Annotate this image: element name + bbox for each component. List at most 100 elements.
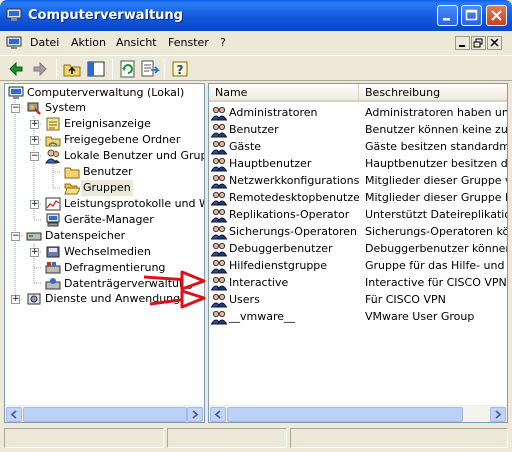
- computer-management-icon: [6, 8, 22, 21]
- computer-management-icon: [8, 86, 24, 99]
- group-description: Administratoren haben uneingeschränkten: [365, 106, 508, 119]
- tree-item-storage[interactable]: Datenspeicher: [26, 228, 204, 244]
- window-title: Computerverwaltung: [28, 8, 183, 23]
- performance-icon: [45, 197, 61, 211]
- collapse-icon[interactable]: −: [11, 232, 20, 241]
- group-description: Benutzer können keine zufälligen: [365, 123, 508, 136]
- group-list-view[interactable]: Name Beschreibung Administratoren Adminis…: [208, 83, 508, 423]
- group-name: Netzwerkkonfigurations...: [229, 174, 359, 187]
- tree-item-removable-media[interactable]: Wechselmedien: [45, 244, 204, 260]
- group-description: Mitglieder dieser Gruppe haben: [365, 191, 507, 204]
- mdi-minimize-button[interactable]: [455, 36, 470, 50]
- expand-icon[interactable]: +: [30, 136, 39, 145]
- tree-item-event-viewer[interactable]: Ereignisanzeige: [45, 116, 204, 132]
- services-icon: [27, 293, 41, 305]
- tree-item-shared-folders[interactable]: Freigegebene Ordner: [45, 132, 204, 148]
- folder-icon: [64, 167, 80, 179]
- export-list-icon[interactable]: [140, 59, 160, 79]
- list-item[interactable]: Interactive Interactive für CISCO VPN: [209, 274, 507, 291]
- group-icon: [211, 276, 227, 291]
- red-arrow-icon: [149, 289, 206, 309]
- scroll-thumb[interactable]: [227, 407, 463, 422]
- scroll-right-button[interactable]: [187, 407, 203, 422]
- menu-ansicht[interactable]: Ansicht: [116, 36, 157, 49]
- scroll-left-button[interactable]: [210, 407, 226, 422]
- mdi-close-button[interactable]: [487, 36, 502, 50]
- collapse-icon[interactable]: −: [30, 152, 39, 161]
- tree-item-label: Gruppen: [81, 180, 133, 196]
- up-folder-icon[interactable]: [62, 59, 82, 79]
- list-item[interactable]: __vmware__ VMware User Group: [209, 308, 507, 325]
- list-item[interactable]: Sicherungs-Operatoren Sicherungs-Operator…: [209, 223, 507, 240]
- list-item[interactable]: Hauptbenutzer Hauptbenutzer besitzen die …: [209, 155, 507, 172]
- menu-datei[interactable]: Datei: [30, 36, 59, 49]
- tree-item-system[interactable]: System: [26, 100, 204, 116]
- minimize-button[interactable]: [437, 5, 458, 26]
- annotation-arrows: [143, 270, 206, 309]
- expand-icon[interactable]: +: [30, 200, 39, 209]
- list-horizontal-scrollbar[interactable]: [209, 405, 507, 422]
- mdi-restore-button[interactable]: [471, 36, 486, 50]
- expand-icon[interactable]: +: [30, 120, 39, 129]
- tree-item-groups[interactable]: Gruppen: [64, 180, 204, 196]
- group-icon: [211, 225, 227, 240]
- group-name: Benutzer: [229, 123, 279, 136]
- tree-item-label: Leistungsprotokolle und Warnungen: [64, 197, 204, 210]
- show-hide-tree-icon[interactable]: [86, 59, 106, 79]
- storage-icon: [26, 232, 42, 241]
- list-item[interactable]: Debuggerbenutzer Debuggerbenutzer können …: [209, 240, 507, 257]
- group-name: Interactive: [229, 276, 289, 289]
- menu-fenster[interactable]: Fenster: [168, 36, 209, 49]
- group-icon: [211, 191, 227, 206]
- expand-icon[interactable]: +: [30, 248, 39, 257]
- forward-arrow-icon[interactable]: [30, 59, 50, 79]
- list-item[interactable]: Netzwerkkonfigurations... Mitglieder dies…: [209, 172, 507, 189]
- tree-item-label: Freigegebene Ordner: [64, 133, 181, 146]
- menu-bar: Datei Aktion Ansicht Fenster ?: [4, 32, 508, 54]
- tree-item-users[interactable]: Benutzer: [64, 164, 204, 180]
- list-item[interactable]: Benutzer Benutzer können keine zufälligen: [209, 121, 508, 138]
- toolbar-separator: [164, 59, 165, 79]
- group-icon: [211, 157, 227, 172]
- status-cell: [167, 428, 287, 448]
- defrag-icon: [45, 262, 61, 274]
- shared-folders-icon: [45, 136, 61, 147]
- list-item[interactable]: Gäste Gäste besitzen standardmäßig: [209, 138, 507, 155]
- refresh-icon[interactable]: [118, 59, 138, 79]
- menu-aktion[interactable]: Aktion: [71, 36, 106, 49]
- tree-item-performance-logs[interactable]: Leistungsprotokolle und Warnungen: [45, 196, 204, 212]
- console-tree[interactable]: Computerverwaltung (Lokal) − System + Er…: [4, 83, 205, 423]
- list-item[interactable]: Remotedesktopbenutzer Mitglieder dieser G…: [209, 189, 507, 206]
- tree-item-root[interactable]: Computerverwaltung (Lokal): [8, 85, 204, 101]
- list-item[interactable]: Hilfedienstgruppe Gruppe für das Hilfe- u…: [209, 257, 507, 274]
- title-bar[interactable]: Computerverwaltung: [0, 0, 512, 31]
- close-button[interactable]: [486, 5, 507, 26]
- group-icon: [211, 140, 227, 155]
- scroll-left-button[interactable]: [6, 407, 22, 422]
- expand-icon[interactable]: +: [11, 295, 20, 304]
- scroll-right-button[interactable]: [490, 407, 506, 422]
- tree-horizontal-scrollbar[interactable]: [5, 405, 204, 422]
- users-groups-icon: [45, 149, 60, 164]
- menu-help[interactable]: ?: [220, 36, 226, 49]
- list-item[interactable]: Users Für CISCO VPN: [209, 291, 507, 308]
- tree-item-local-users-groups[interactable]: Lokale Benutzer und Gruppen: [45, 148, 204, 164]
- group-name: Hauptbenutzer: [229, 157, 312, 170]
- list-item[interactable]: Replikations-Operator Unterstützt Dateire…: [209, 206, 507, 223]
- tree-item-device-manager[interactable]: Geräte-Manager: [45, 212, 204, 228]
- scroll-thumb[interactable]: [23, 407, 187, 422]
- help-icon[interactable]: ?: [170, 59, 190, 79]
- column-header-name[interactable]: Name: [209, 84, 359, 102]
- status-cell: [290, 428, 508, 448]
- app-menu-icon[interactable]: [6, 35, 22, 51]
- group-icon: [211, 106, 227, 121]
- column-header-description[interactable]: Beschreibung: [359, 84, 507, 102]
- system-tools-icon: [27, 102, 41, 115]
- maximize-button[interactable]: [461, 5, 482, 26]
- list-item[interactable]: Administratoren Administratoren haben une…: [209, 104, 508, 121]
- back-arrow-icon[interactable]: [6, 59, 26, 79]
- collapse-icon[interactable]: −: [11, 104, 20, 113]
- group-name: Administratoren: [229, 106, 318, 119]
- close-icon: [491, 10, 502, 21]
- scroll-left-icon: [10, 410, 17, 419]
